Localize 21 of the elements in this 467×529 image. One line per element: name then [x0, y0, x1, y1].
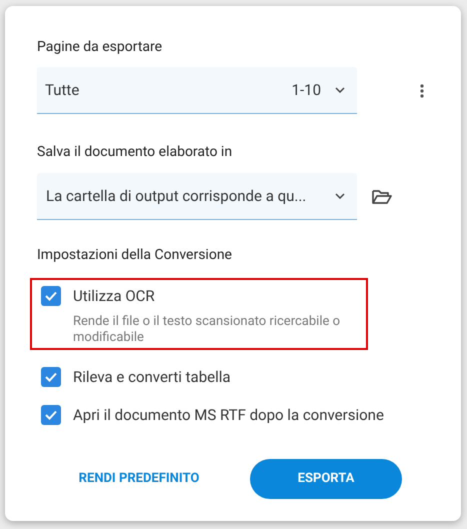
export-button[interactable]: ESPORTA: [250, 458, 402, 498]
checkmark-icon: [44, 370, 58, 383]
option-label: Utilizza OCR: [73, 286, 155, 307]
more-vertical-icon[interactable]: [420, 84, 424, 98]
checkbox[interactable]: [41, 405, 61, 426]
chevron-down-icon: [335, 193, 345, 199]
section-label: Salva il documento elaborato in: [37, 143, 234, 161]
chevron-down-icon: [335, 87, 345, 93]
output-folder-select[interactable]: La cartella di output corrisponde a qu...: [37, 173, 357, 220]
section-heading: Impostazioni della Conversione: [37, 246, 233, 264]
checkmark-icon: [44, 290, 58, 302]
option-label: Apri il documento MS RTF dopo la conversione: [73, 405, 384, 426]
set-default-button[interactable]: RENDI PREDEFINITO: [49, 458, 229, 498]
folder-icon[interactable]: [372, 188, 392, 204]
checkbox[interactable]: [41, 286, 61, 306]
option-description: Rende il file o il testo scansionato ricercabile o modificabile: [73, 314, 342, 346]
checkmark-icon: [44, 409, 58, 422]
checkbox[interactable]: [41, 366, 61, 387]
pages-select[interactable]: Tutte 1-10: [37, 67, 357, 114]
option-label: Rileva e converti tabella: [73, 366, 231, 388]
section-label: Pagine da esportare: [37, 38, 164, 56]
